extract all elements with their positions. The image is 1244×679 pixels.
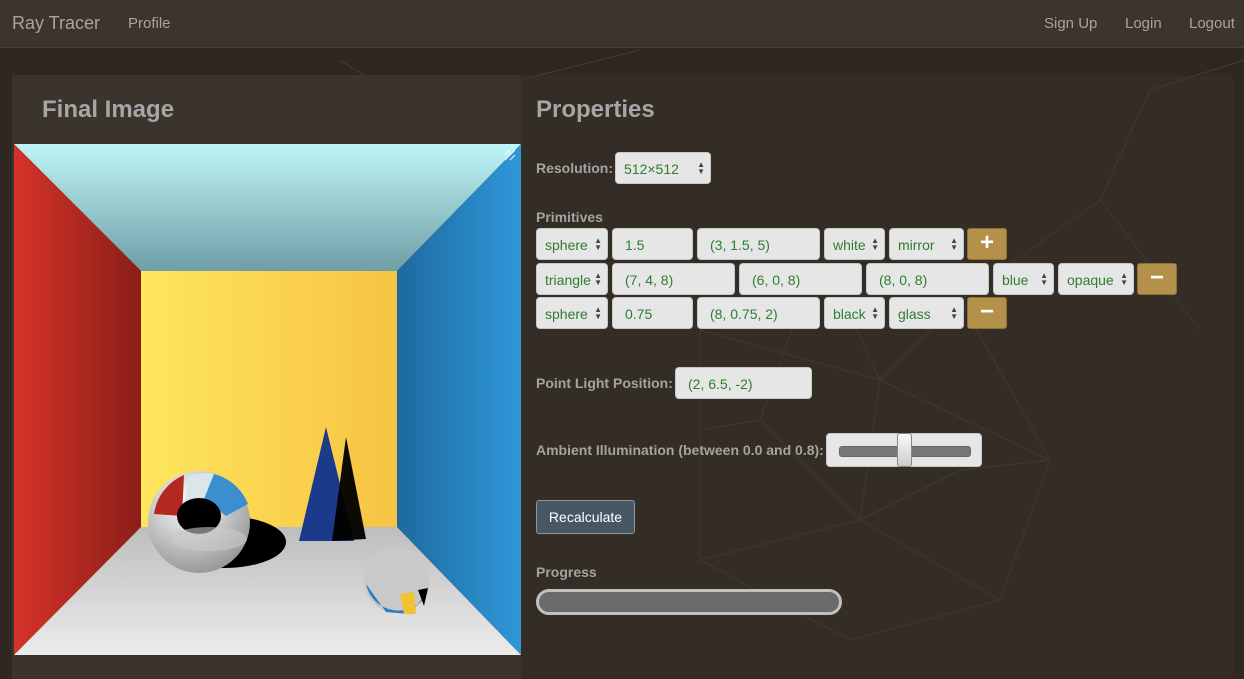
primitive-type-select[interactable]: sphere ▲ ▼ xyxy=(536,297,608,329)
select-arrows-icon: ▲ ▼ xyxy=(871,305,879,321)
remove-primitive-button[interactable]: − xyxy=(967,297,1007,329)
primitive-type-select[interactable]: triangle ▲ ▼ xyxy=(536,263,608,295)
recalculate-button[interactable]: Recalculate xyxy=(536,500,635,534)
primitive-material-value: opaque xyxy=(1067,272,1114,288)
resize-icon[interactable] xyxy=(503,148,517,162)
light-position-label: Point Light Position: xyxy=(536,375,673,391)
nav-profile-link[interactable]: Profile xyxy=(128,15,171,32)
primitive-color-value: blue xyxy=(1002,272,1029,288)
resolution-label: Resolution: xyxy=(536,160,613,176)
triangle-vertex3-input[interactable]: (8, 0, 8) xyxy=(866,263,989,295)
primitive-color-value: white xyxy=(833,237,866,253)
sphere-center-input[interactable]: (3, 1.5, 5) xyxy=(697,228,820,260)
sphere-radius-input[interactable]: 1.5 xyxy=(612,228,693,260)
primitive-color-select[interactable]: white ▲ ▼ xyxy=(824,228,885,260)
nav-login-link[interactable]: Login xyxy=(1125,15,1162,32)
sphere-center-input[interactable]: (8, 0.75, 2) xyxy=(697,297,820,329)
resolution-select[interactable]: 512×512 ▲ ▼ xyxy=(615,152,711,184)
sphere-radius-input[interactable]: 0.75 xyxy=(612,297,693,329)
minus-icon: − xyxy=(979,298,994,325)
primitive-material-select[interactable]: glass ▲ ▼ xyxy=(889,297,964,329)
remove-primitive-button[interactable]: − xyxy=(1137,263,1177,295)
plus-icon: + xyxy=(979,229,994,256)
navbar: Ray Tracer Profile Sign Up Login Logout xyxy=(0,0,1244,48)
brand-link[interactable]: Ray Tracer xyxy=(12,13,100,34)
primitive-material-value: mirror xyxy=(898,237,935,253)
triangle-vertex1-input[interactable]: (7, 4, 8) xyxy=(612,263,735,295)
select-arrows-icon: ▲ ▼ xyxy=(950,305,958,321)
select-arrows-icon: ▲ ▼ xyxy=(1040,271,1048,287)
nav-logout-link[interactable]: Logout xyxy=(1189,15,1235,32)
triangle-vertex2-input[interactable]: (6, 0, 8) xyxy=(739,263,862,295)
ambient-label: Ambient Illumination (between 0.0 and 0.… xyxy=(536,442,824,458)
progress-label: Progress xyxy=(536,564,597,580)
select-arrows-icon: ▲ ▼ xyxy=(871,236,879,252)
select-arrows-icon: ▲ ▼ xyxy=(594,236,602,252)
minus-icon: − xyxy=(1149,264,1164,291)
properties-title: Properties xyxy=(536,96,655,123)
progress-bar xyxy=(536,589,842,615)
light-position-input[interactable]: (2, 6.5, -2) xyxy=(675,367,812,399)
final-image-title: Final Image xyxy=(42,96,175,123)
resolution-value: 512×512 xyxy=(624,161,679,177)
primitive-color-value: black xyxy=(833,306,866,322)
slider-thumb[interactable] xyxy=(896,433,912,467)
primitive-color-select[interactable]: black ▲ ▼ xyxy=(824,297,885,329)
nav-signup-link[interactable]: Sign Up xyxy=(1044,15,1097,32)
primitives-label: Primitives xyxy=(536,209,603,225)
primitive-material-select[interactable]: opaque ▲ ▼ xyxy=(1058,263,1134,295)
add-primitive-button[interactable]: + xyxy=(967,228,1007,260)
ambient-slider[interactable] xyxy=(826,433,982,467)
primitive-type-value: sphere xyxy=(545,237,588,253)
primitive-color-select[interactable]: blue ▲ ▼ xyxy=(993,263,1054,295)
primitive-material-select[interactable]: mirror ▲ ▼ xyxy=(889,228,964,260)
select-arrows-icon: ▲ ▼ xyxy=(1120,271,1128,287)
primitive-type-select[interactable]: sphere ▲ ▼ xyxy=(536,228,608,260)
primitive-type-value: sphere xyxy=(545,306,588,322)
primitive-type-value: triangle xyxy=(545,272,591,288)
select-arrows-icon: ▲ ▼ xyxy=(594,271,602,287)
primitive-material-value: glass xyxy=(898,306,931,322)
select-arrows-icon: ▲ ▼ xyxy=(950,236,958,252)
select-arrows-icon: ▲ ▼ xyxy=(697,160,705,176)
rendered-image xyxy=(14,144,521,655)
select-arrows-icon: ▲ ▼ xyxy=(594,305,602,321)
